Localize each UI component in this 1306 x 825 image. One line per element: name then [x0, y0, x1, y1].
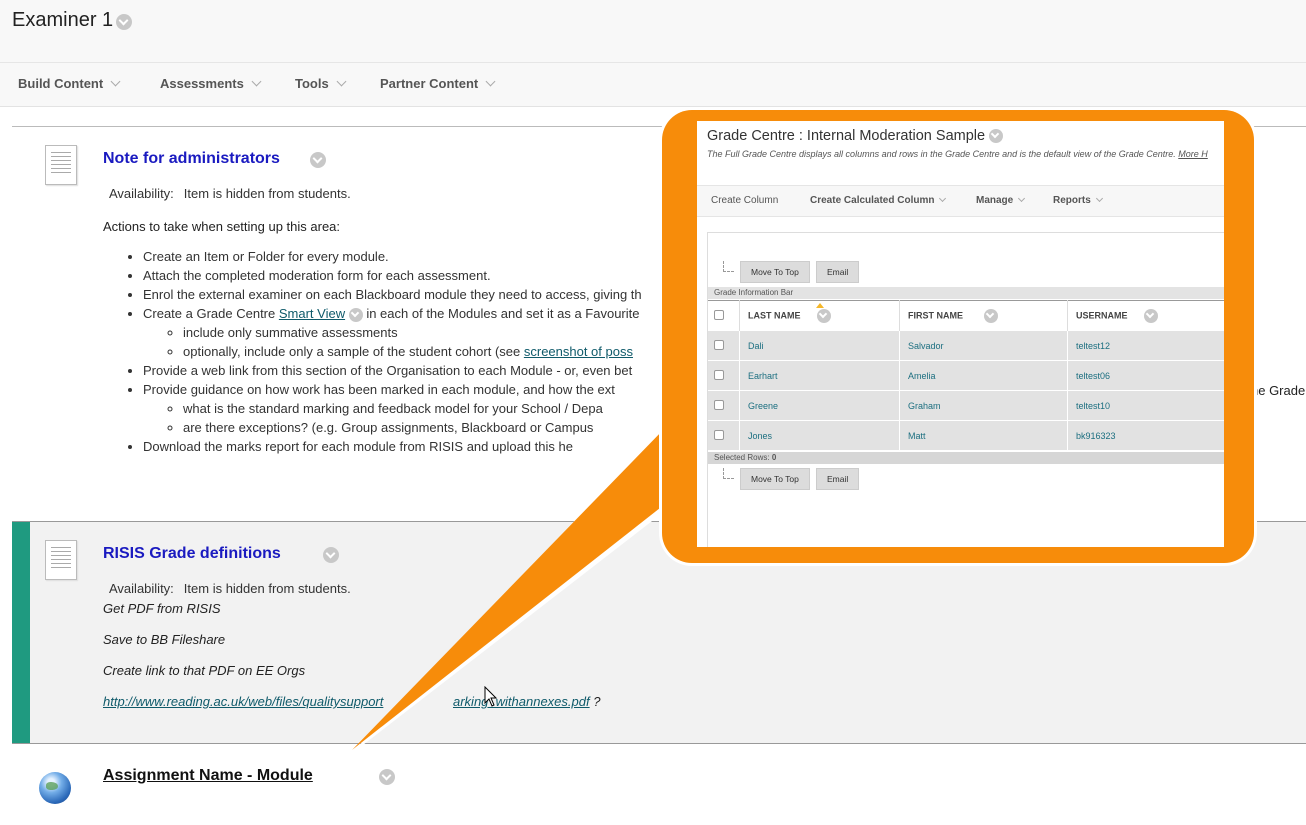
- grade-centre-description: The Full Grade Centre displays all colum…: [707, 149, 1208, 159]
- bullet-text-tail: he Grade: [1251, 383, 1306, 398]
- cell-username[interactable]: teltest12: [1067, 331, 1224, 361]
- list-item: are there exceptions? (e.g. Group assign…: [183, 418, 642, 437]
- mouse-pointer-icon: [484, 686, 498, 707]
- globe-icon: [39, 772, 71, 804]
- grade-grid: Move To Top Email Grade Information Bar …: [707, 232, 1224, 547]
- chevron-down-icon[interactable]: [989, 129, 1004, 144]
- reports-menu[interactable]: Reports: [1053, 195, 1102, 206]
- grade-table: LAST NAME FIRST NAME USERNAME Dali Salva…: [708, 300, 1224, 451]
- column-header-first-name[interactable]: FIRST NAME: [908, 310, 963, 320]
- pdf-link[interactable]: arking_withannexes.pdf: [453, 694, 590, 709]
- instruction-list: Create an Item or Folder for every modul…: [103, 247, 642, 456]
- list-item: optionally, include only a sample of the…: [183, 342, 642, 361]
- list-item: Enrol the external examiner on each Blac…: [143, 285, 642, 304]
- page-title: Examiner 1: [12, 9, 114, 31]
- note-line: Create link to that PDF on EE Orgs: [103, 663, 306, 678]
- chevron-down-icon[interactable]: [322, 546, 339, 563]
- row-checkbox[interactable]: [714, 429, 724, 440]
- row-checkbox[interactable]: [714, 369, 724, 380]
- item-title-assignment[interactable]: Assignment Name - Module: [103, 767, 313, 785]
- arrow-icon: [723, 261, 734, 272]
- list-item: Provide guidance on how work has been ma…: [143, 380, 642, 399]
- list-item: Provide a web link from this section of …: [143, 361, 642, 380]
- list-item: Create a Grade Centre Smart View in each…: [143, 304, 642, 361]
- create-calculated-column-menu[interactable]: Create Calculated Column: [810, 195, 945, 206]
- table-row: Jones Matt bk916323: [708, 420, 1224, 451]
- document-icon: [45, 145, 77, 185]
- move-to-top-button[interactable]: Move To Top: [740, 261, 810, 283]
- grade-centre-title: Grade Centre : Internal Moderation Sampl…: [707, 128, 1004, 144]
- list-item: Download the marks report for each modul…: [143, 437, 642, 456]
- selected-rows-bar: Selected Rows: 0: [708, 452, 1224, 464]
- email-button[interactable]: Email: [816, 261, 860, 283]
- partner-content-menu[interactable]: Partner Content: [380, 76, 494, 91]
- cell-first-name[interactable]: Matt: [899, 420, 1068, 451]
- item-title-risis[interactable]: RISIS Grade definitions: [103, 545, 281, 563]
- chevron-down-icon[interactable]: [983, 309, 998, 323]
- smart-view-link[interactable]: Smart View: [279, 306, 345, 321]
- tools-menu[interactable]: Tools: [295, 76, 345, 91]
- more-help-link[interactable]: More H: [1178, 149, 1208, 159]
- page-header: [0, 0, 1306, 63]
- cell-last-name[interactable]: Jones: [739, 420, 900, 451]
- column-header-username[interactable]: USERNAME: [1076, 310, 1128, 320]
- availability-status: Availability: Item is hidden from student…: [109, 581, 351, 596]
- cell-last-name[interactable]: Greene: [739, 390, 900, 421]
- cell-username[interactable]: bk916323: [1067, 420, 1224, 451]
- document-icon: [45, 540, 77, 580]
- manage-menu[interactable]: Manage: [976, 195, 1024, 206]
- note-line: Get PDF from RISIS: [103, 601, 221, 616]
- pdf-link-tail: arking_withannexes.pdf ?: [453, 694, 601, 709]
- chevron-down-icon[interactable]: [348, 307, 363, 322]
- grade-information-bar: Grade Information Bar: [708, 287, 1224, 299]
- list-item: Attach the completed moderation form for…: [143, 266, 642, 285]
- row-checkbox[interactable]: [714, 399, 724, 410]
- create-column-button[interactable]: Create Column: [711, 195, 778, 206]
- table-header-row: LAST NAME FIRST NAME USERNAME: [708, 300, 1224, 331]
- row-checkbox[interactable]: [714, 339, 724, 350]
- sort-ascending-icon: [816, 303, 824, 308]
- chevron-down-icon[interactable]: [1144, 309, 1159, 323]
- chevron-down-icon[interactable]: [116, 13, 132, 30]
- grade-centre-screenshot: Grade Centre : Internal Moderation Sampl…: [697, 121, 1224, 547]
- cell-username[interactable]: teltest06: [1067, 360, 1224, 391]
- pdf-link-line: http://www.reading.ac.uk/web/files/quali…: [103, 694, 383, 709]
- build-content-menu[interactable]: Build Content: [18, 76, 119, 91]
- select-all-checkbox[interactable]: [714, 310, 724, 320]
- column-header-last-name[interactable]: LAST NAME: [748, 310, 801, 320]
- list-item: Create an Item or Folder for every modul…: [143, 247, 642, 266]
- intro-text: Actions to take when setting up this are…: [103, 219, 341, 234]
- cell-last-name[interactable]: Earhart: [739, 360, 900, 391]
- cell-first-name[interactable]: Salvador: [899, 331, 1068, 361]
- chevron-down-icon[interactable]: [817, 309, 832, 323]
- cell-username[interactable]: teltest10: [1067, 390, 1224, 421]
- table-row: Greene Graham teltest10: [708, 390, 1224, 421]
- cell-first-name[interactable]: Graham: [899, 390, 1068, 421]
- item-title-note[interactable]: Note for administrators: [103, 150, 280, 168]
- screenshot-link[interactable]: screenshot of poss: [524, 344, 633, 359]
- assessments-menu[interactable]: Assessments: [160, 76, 260, 91]
- cell-first-name[interactable]: Amelia: [899, 360, 1068, 391]
- status-bar: [12, 522, 30, 743]
- availability-status: Availability: Item is hidden from student…: [109, 186, 351, 201]
- note-line: Save to BB Fileshare: [103, 632, 226, 647]
- cell-last-name[interactable]: Dali: [739, 331, 900, 361]
- arrow-icon: [723, 468, 734, 479]
- table-row: Earhart Amelia teltest06: [708, 360, 1224, 391]
- table-row: Dali Salvador teltest12: [708, 331, 1224, 361]
- list-item: include only summative assessments: [183, 323, 642, 342]
- email-button[interactable]: Email: [816, 468, 860, 490]
- move-to-top-button[interactable]: Move To Top: [740, 468, 810, 490]
- pdf-link[interactable]: http://www.reading.ac.uk/web/files/quali…: [103, 694, 383, 709]
- list-item: what is the standard marking and feedbac…: [183, 399, 642, 418]
